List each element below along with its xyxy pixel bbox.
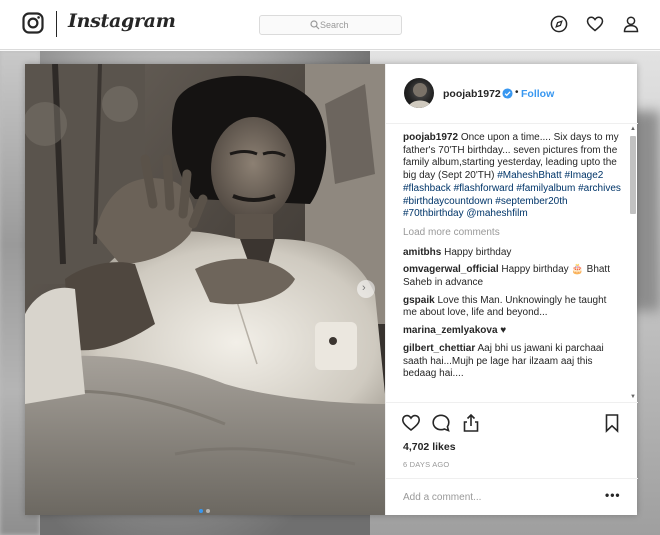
top-navigation-bar: Instagram xyxy=(0,0,660,50)
carousel-indicator xyxy=(199,500,213,515)
comment-bubble-icon[interactable] xyxy=(431,413,451,433)
comment-username[interactable]: marina_zemlyakova xyxy=(403,325,498,336)
comments-list[interactable]: poojab1972 Once upon a time.... Six days… xyxy=(403,132,623,399)
comment-item: gilbert_chettiar Aaj bhi us jawani ki pa… xyxy=(403,343,623,381)
avatar[interactable] xyxy=(404,78,434,108)
chevron-right-icon: › xyxy=(362,282,366,294)
comment-item: omvagerwal_official Happy birthday 🎂 Bha… xyxy=(403,264,623,289)
likes-count[interactable]: 4,702 likes xyxy=(403,441,456,453)
post-photo[interactable]: › xyxy=(25,64,385,515)
search-box[interactable] xyxy=(259,15,402,35)
instagram-wordmark[interactable]: Instagram xyxy=(68,10,176,32)
separator-dot: • xyxy=(515,87,519,98)
profile-icon[interactable] xyxy=(622,15,640,33)
comment-username[interactable]: gilbert_chettiar xyxy=(403,343,475,354)
scrollbar-thumb[interactable] xyxy=(630,136,636,214)
like-heart-icon[interactable] xyxy=(401,413,421,433)
nav-divider xyxy=(56,11,57,37)
bookmark-icon[interactable] xyxy=(602,413,622,433)
carousel-dot xyxy=(206,509,210,513)
comment-username[interactable]: amitbhs xyxy=(403,247,441,258)
post-photo-image xyxy=(25,64,385,515)
add-comment-section: ••• xyxy=(386,478,638,515)
post-sidebar: poojab1972 • Follow poojab1972 Once upon… xyxy=(385,64,638,515)
comment-username[interactable]: gspaik xyxy=(403,295,435,306)
share-icon[interactable] xyxy=(461,413,481,433)
post-username[interactable]: poojab1972 xyxy=(443,88,501,100)
instagram-logo-icon[interactable] xyxy=(22,12,44,34)
load-more-comments-button[interactable]: Load more comments xyxy=(403,227,623,240)
comment-text: ♥ xyxy=(500,325,507,337)
add-comment-input[interactable] xyxy=(403,489,573,505)
comment-text: Happy birthday xyxy=(444,246,512,258)
comment-item: marina_zemlyakova ♥ xyxy=(403,325,623,338)
scroll-up-arrow-icon[interactable]: ▲ xyxy=(630,126,636,132)
comments-scrollbar[interactable]: ▲ ▼ xyxy=(628,124,637,402)
post-header: poojab1972 • Follow xyxy=(386,64,638,124)
carousel-dot xyxy=(199,509,203,513)
heart-icon[interactable] xyxy=(586,15,604,33)
comment-item: amitbhs Happy birthday xyxy=(403,247,623,260)
compass-icon[interactable] xyxy=(550,15,568,33)
follow-button[interactable]: Follow xyxy=(521,88,554,100)
scroll-down-arrow-icon[interactable]: ▼ xyxy=(630,394,636,400)
comment-item: gspaik Love this Man. Unknowingly he tau… xyxy=(403,295,623,320)
more-options-button[interactable]: ••• xyxy=(605,488,621,502)
post-timestamp: 6 DAYS AGO xyxy=(403,460,450,469)
post-caption: poojab1972 Once upon a time.... Six days… xyxy=(403,132,623,221)
caption-username[interactable]: poojab1972 xyxy=(403,132,458,143)
post-modal: › poojab1972 • Follow poojab1972 Once up… xyxy=(25,64,638,515)
search-input[interactable] xyxy=(320,18,398,32)
comment-username[interactable]: omvagerwal_official xyxy=(403,264,499,275)
verified-badge-icon xyxy=(502,88,513,99)
post-actions-bar xyxy=(386,402,638,442)
search-icon xyxy=(310,20,320,30)
next-image-button[interactable]: › xyxy=(357,280,375,298)
